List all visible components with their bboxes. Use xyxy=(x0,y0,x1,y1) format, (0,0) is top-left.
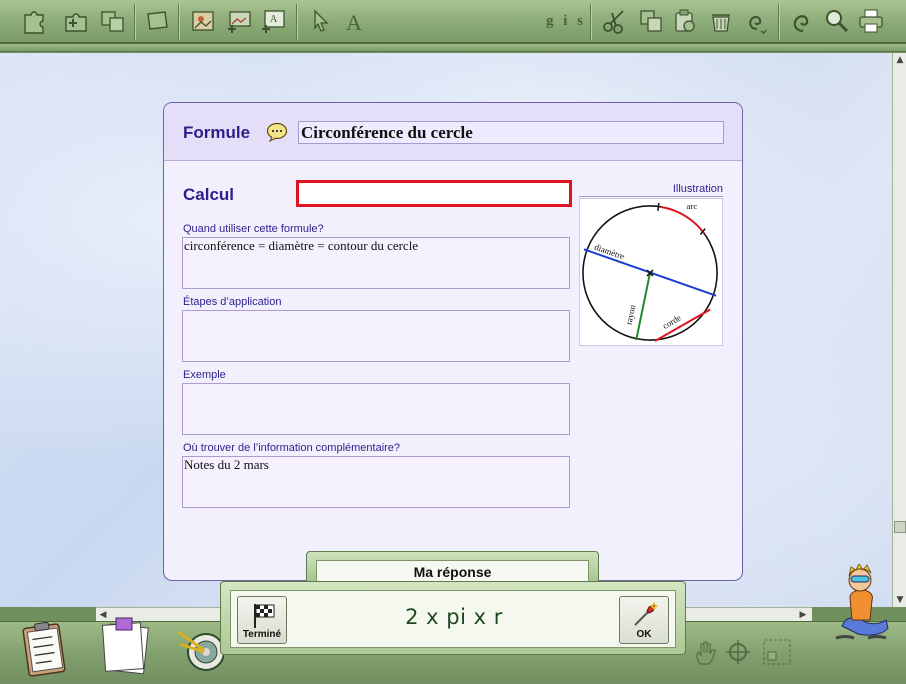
hand-icon[interactable] xyxy=(694,640,718,666)
example-field[interactable] xyxy=(182,383,570,435)
text-tool-icon[interactable]: A xyxy=(340,6,370,36)
trash-icon[interactable] xyxy=(706,6,736,36)
copy-icon[interactable] xyxy=(636,6,666,36)
crosshair-icon[interactable] xyxy=(724,638,752,666)
calcul-label: Calcul xyxy=(183,185,235,204)
calcul-input[interactable] xyxy=(296,180,572,207)
scroll-thumb[interactable] xyxy=(894,521,906,533)
text-style-label: g i s xyxy=(545,12,586,29)
done-label: Terminé xyxy=(242,629,282,640)
answer-panel: Terminé 2 x pi x r OK xyxy=(220,581,686,655)
more-info-field[interactable]: Notes du 2 mars xyxy=(182,456,570,508)
scroll-down-icon[interactable]: ▼ xyxy=(893,593,906,607)
magnifier-icon[interactable] xyxy=(822,6,852,36)
scroll-right-icon[interactable]: ▶ xyxy=(796,608,810,622)
paste-icon[interactable] xyxy=(670,6,700,36)
scroll-up-icon[interactable]: ▲ xyxy=(893,53,906,67)
formule-label: Formule xyxy=(183,123,251,142)
add-image-icon[interactable] xyxy=(224,6,254,36)
top-toolbar: A A g i s xyxy=(0,0,906,52)
vertical-scrollbar[interactable]: ▲ ▼ xyxy=(892,53,906,607)
toolbar-separator xyxy=(778,4,780,40)
notes-stack-icon[interactable] xyxy=(98,616,154,678)
formula-card: Formule Circonférence du cercle Calcul Q… xyxy=(163,102,743,581)
add-puzzle-icon[interactable] xyxy=(62,6,92,36)
spiral-icon[interactable] xyxy=(788,6,818,36)
scissors-icon[interactable] xyxy=(600,6,630,36)
steps-label: Étapes d’application xyxy=(183,296,282,308)
card-header: Formule Circonférence du cercle xyxy=(164,103,742,161)
when-to-use-field[interactable]: circonférence = diamètre = contour du ce… xyxy=(182,237,570,289)
answer-title: Ma réponse xyxy=(413,564,492,580)
illustration-label: Illustration xyxy=(579,183,723,197)
answer-tab: Ma réponse xyxy=(306,551,599,584)
puzzle-group-icon[interactable] xyxy=(98,6,128,36)
svg-text:A: A xyxy=(346,10,362,35)
toolbar-separator xyxy=(134,4,136,40)
steps-field[interactable] xyxy=(182,310,570,362)
circle-illustration: arc diamètre rayon corde xyxy=(579,198,723,346)
when-to-use-label: Quand utiliser cette formule? xyxy=(183,223,324,235)
arc-text: arc xyxy=(687,201,698,211)
toolbar-separator xyxy=(590,4,592,40)
formula-title-field[interactable]: Circonférence du cercle xyxy=(298,121,724,144)
checkered-flag-icon xyxy=(254,604,275,628)
more-info-label: Où trouver de l’information complémentai… xyxy=(183,442,401,454)
text-style-icon[interactable]: g i s xyxy=(544,6,588,36)
swirl-icon[interactable] xyxy=(742,6,772,36)
svg-text:A: A xyxy=(270,14,278,25)
target-darts-icon[interactable] xyxy=(174,622,225,674)
answer-inner: Terminé 2 x pi x r OK xyxy=(230,590,676,648)
puzzle-pieces-icon[interactable] xyxy=(20,6,50,36)
toolbar-separator xyxy=(178,4,180,40)
checklist-icon[interactable] xyxy=(20,620,72,678)
toolbar-separator xyxy=(296,4,298,40)
image-card-icon[interactable] xyxy=(188,6,218,36)
character-avatar xyxy=(832,563,892,644)
example-label: Exemple xyxy=(183,369,226,381)
add-text-icon[interactable]: A xyxy=(258,6,288,36)
answer-value: 2 x pi x r xyxy=(405,605,503,629)
ok-label: OK xyxy=(636,629,652,640)
ok-button[interactable]: OK xyxy=(619,596,669,644)
speech-bubble-icon[interactable] xyxy=(266,122,288,143)
done-button[interactable]: Terminé xyxy=(237,596,287,644)
grid-select-icon[interactable] xyxy=(762,638,792,666)
toolbar-strip xyxy=(0,44,906,52)
printer-icon[interactable] xyxy=(856,6,886,36)
sheet-icon[interactable] xyxy=(142,6,172,36)
dart-icon xyxy=(634,602,658,626)
pointer-icon[interactable] xyxy=(306,6,336,36)
